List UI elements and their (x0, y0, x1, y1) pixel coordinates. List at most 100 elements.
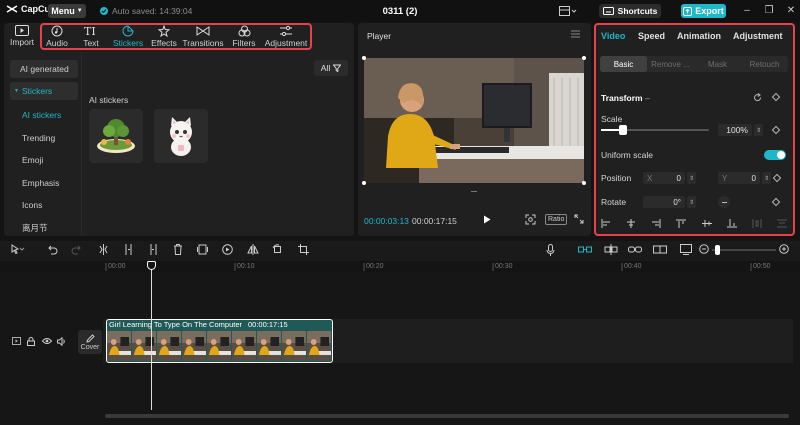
volume-icon[interactable] (57, 337, 67, 346)
export-label: Export (695, 6, 724, 16)
current-time: 00:00:03:13 (364, 216, 409, 226)
highlight-box-toolbar (40, 23, 312, 50)
close-icon[interactable]: ✕ (785, 5, 797, 17)
cover-label: Cover (80, 343, 100, 351)
nav-item-emphasis[interactable]: Emphasis (10, 172, 78, 195)
freeze-frame-icon[interactable] (197, 244, 208, 255)
fullscreen-icon[interactable] (574, 214, 584, 224)
minimize-icon[interactable]: – (741, 5, 753, 17)
playhead-handle[interactable] (147, 261, 156, 270)
edit-pencil-icon (85, 333, 95, 343)
project-title: 0311 (2) (382, 6, 418, 17)
nav-item-icons[interactable]: Icons (10, 194, 78, 217)
restore-icon[interactable]: ❐ (763, 5, 775, 17)
play-button[interactable] (483, 215, 491, 224)
preview-axis-icon[interactable] (653, 244, 667, 255)
caret-down-icon: ▼ (14, 88, 19, 94)
shortcuts-button[interactable]: Shortcuts (599, 4, 661, 18)
keyboard-icon (602, 7, 614, 15)
clip-label: Girl Learning To Type On The Computer 00:… (109, 320, 288, 329)
video-preview[interactable] (364, 58, 584, 183)
tick-label: 00:40 (624, 263, 642, 270)
clip-thumbnail (157, 331, 182, 361)
drag-handle[interactable] (471, 191, 477, 192)
tick-label: 00:00 (108, 263, 126, 270)
nav-item-emoji[interactable]: Emoji (10, 149, 78, 172)
tick-label: 00:20 (366, 263, 384, 270)
clip-title: Girl Learning To Type On The Computer (109, 320, 242, 329)
clip-thumbnails (107, 331, 332, 361)
tick-label: 00:10 (237, 263, 255, 270)
fit-frame-icon[interactable] (525, 214, 536, 225)
split-right-icon[interactable] (148, 244, 159, 255)
zoom-out-icon[interactable] (699, 244, 709, 254)
reverse-icon[interactable] (222, 244, 233, 255)
divider (81, 52, 82, 235)
nav-item-holiday[interactable]: 离月节 (10, 217, 78, 240)
clip-thumbnail (307, 331, 332, 361)
player-title: Player (367, 31, 392, 41)
clip-thumbnail (132, 331, 157, 361)
clip-thumbnail (107, 331, 132, 361)
linkage-icon[interactable] (628, 244, 642, 255)
filter-dropdown[interactable]: All (314, 60, 348, 76)
nav-item-ai-stickers[interactable]: AI stickers (10, 104, 78, 127)
tick-label: 00:50 (753, 263, 771, 270)
play-icon (484, 215, 491, 224)
nav-stickers-label: Stickers (21, 86, 53, 96)
tab-import-label: Import (9, 37, 35, 47)
clip-thumbnail (207, 331, 232, 361)
nav-stickers-group[interactable]: ▼ Stickers (10, 82, 78, 100)
zoom-slider-track[interactable] (712, 249, 776, 251)
lock-icon[interactable] (27, 337, 35, 346)
filter-label: All (320, 63, 331, 73)
tick-label: 00:30 (495, 263, 513, 270)
zoom-in-icon[interactable] (779, 244, 789, 254)
zoom-slider-thumb[interactable] (715, 245, 720, 255)
sticker-card[interactable] (154, 109, 208, 163)
shortcuts-label: Shortcuts (617, 6, 658, 16)
section-title: AI stickers (89, 95, 129, 105)
microphone-icon[interactable] (546, 244, 555, 256)
clip-thumbnail (257, 331, 282, 361)
tree-sticker (97, 119, 135, 153)
redo-icon (71, 244, 82, 255)
export-icon (683, 6, 693, 16)
playhead-line[interactable] (151, 262, 152, 410)
sticker-category-nav: AI generated ▼ Stickers AI stickers Trend… (10, 56, 78, 239)
clip-thumbnail (232, 331, 257, 361)
ratio-button[interactable]: Ratio (545, 214, 568, 225)
cover-button[interactable]: Cover (78, 330, 102, 354)
split-icon[interactable] (98, 244, 109, 255)
highlight-box-inspector (594, 23, 795, 236)
resize-handle[interactable] (362, 181, 366, 185)
mirror-icon[interactable] (247, 244, 259, 255)
resize-handle[interactable] (582, 181, 586, 185)
screenshot-icon[interactable] (680, 244, 692, 255)
filter-icon (333, 64, 342, 72)
eye-icon[interactable] (42, 337, 52, 345)
export-button[interactable]: Export (681, 4, 726, 18)
rotate-icon[interactable] (272, 244, 283, 255)
layout-icon[interactable] (559, 6, 577, 16)
track-video-icon (12, 337, 21, 345)
timeline-scrollbar[interactable] (105, 414, 789, 418)
sticker-card[interactable] (89, 109, 143, 163)
resize-handle[interactable] (582, 56, 586, 60)
resize-handle[interactable] (362, 56, 366, 60)
auto-snap-icon[interactable] (604, 244, 618, 255)
nav-item-trending[interactable]: Trending (10, 127, 78, 150)
time-ruler[interactable] (98, 261, 798, 273)
hamburger-menu-icon[interactable] (571, 30, 580, 38)
clip-thumbnail (282, 331, 307, 361)
tab-import[interactable]: Import (4, 23, 40, 51)
delete-icon[interactable] (173, 244, 183, 255)
main-track-magnet-icon[interactable] (578, 244, 592, 255)
ai-generated-button[interactable]: AI generated (10, 60, 78, 78)
crop-icon[interactable] (298, 244, 309, 255)
import-icon (15, 25, 29, 36)
select-tool-icon[interactable] (11, 244, 25, 255)
clip-thumbnail (182, 331, 207, 361)
split-left-icon[interactable] (123, 244, 134, 255)
undo-icon[interactable] (47, 244, 58, 255)
